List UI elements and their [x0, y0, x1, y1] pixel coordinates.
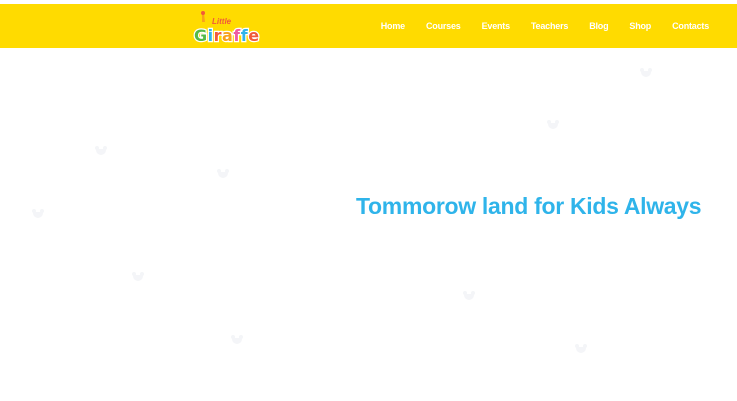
- site-logo[interactable]: Little Giraffe: [190, 10, 282, 46]
- background-decoration-icon: [132, 272, 144, 281]
- background-decoration-icon: [640, 68, 652, 77]
- nav-contacts[interactable]: Contacts: [672, 21, 709, 31]
- logo-line1: Little: [212, 17, 232, 26]
- nav-blog[interactable]: Blog: [589, 21, 608, 31]
- background-decoration-icon: [32, 209, 44, 218]
- logo-letter: a: [222, 26, 233, 44]
- logo-letter: e: [248, 26, 259, 44]
- site-header: Little Giraffe Home Courses Events Teach…: [0, 4, 737, 48]
- little-giraffe-logo: Little Giraffe: [193, 11, 260, 46]
- main-nav: Home Courses Events Teachers Blog Shop C…: [381, 4, 709, 48]
- logo-letter: r: [214, 26, 222, 44]
- background-decoration-icon: [463, 291, 475, 300]
- nav-courses[interactable]: Courses: [426, 21, 461, 31]
- nav-teachers[interactable]: Teachers: [531, 21, 568, 31]
- logo-letter: G: [194, 26, 208, 44]
- giraffe-head-shape: [201, 11, 205, 15]
- nav-home[interactable]: Home: [381, 21, 405, 31]
- logo-line2: Giraffe: [194, 26, 260, 44]
- nav-events[interactable]: Events: [482, 21, 511, 31]
- background-decoration-icon: [231, 335, 243, 344]
- background-decoration-icon: [575, 344, 587, 353]
- nav-shop[interactable]: Shop: [629, 21, 651, 31]
- hero-title: Tommorow land for Kids Always: [356, 193, 702, 219]
- background-decoration-icon: [547, 120, 559, 129]
- background-decoration-icon: [217, 169, 229, 178]
- background-decoration-icon: [95, 146, 107, 155]
